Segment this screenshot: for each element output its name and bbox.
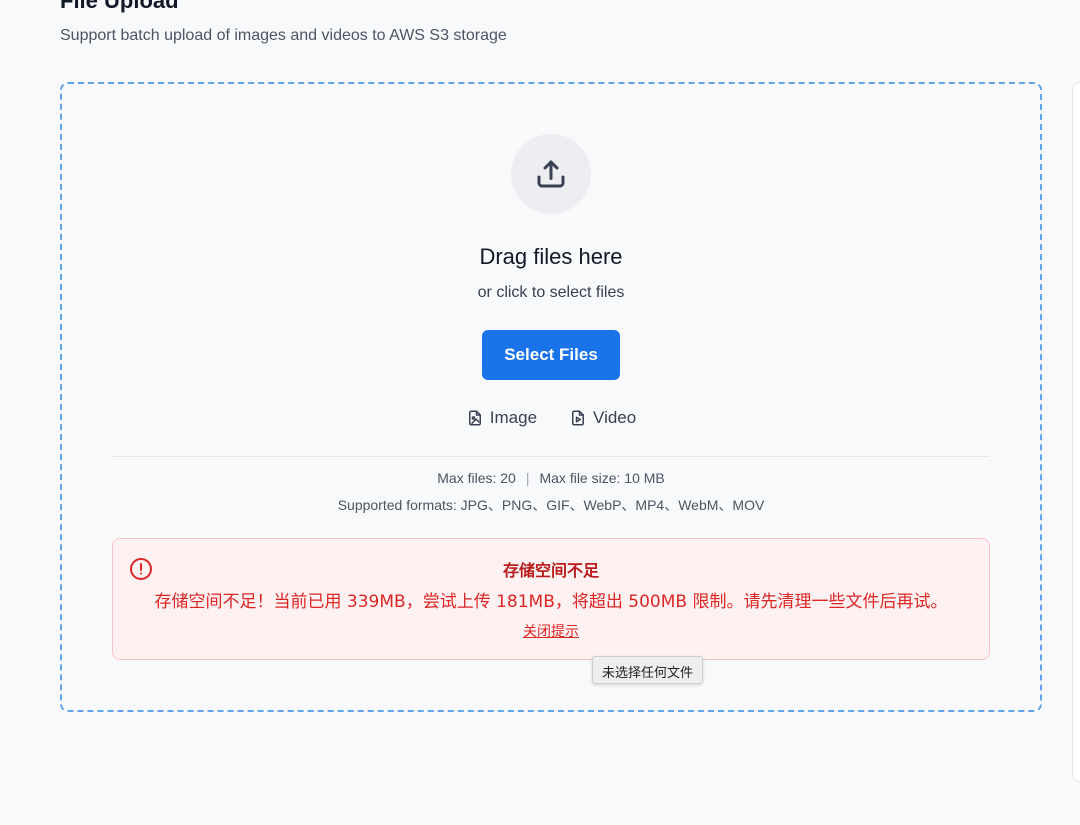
video-file-icon bbox=[572, 410, 585, 426]
page-title: File Upload bbox=[60, 0, 179, 13]
image-file-icon bbox=[468, 410, 481, 426]
upload-icon-container bbox=[511, 134, 591, 214]
supported-formats-text: Supported formats: JPG、PNG、GIF、WebP、MP4、… bbox=[337, 497, 765, 513]
divider bbox=[112, 456, 990, 457]
file-type-list: Image Video bbox=[62, 408, 1040, 428]
page-subtitle: Support batch upload of images and video… bbox=[60, 27, 507, 44]
dropzone-subtitle: or click to select files bbox=[477, 284, 625, 301]
dropzone-title: Drag files here bbox=[479, 244, 623, 269]
upload-icon bbox=[537, 160, 565, 188]
alert-message: 存储空间不足！当前已用 339MB，尝试上传 181MB，将超出 500MB 限… bbox=[154, 592, 948, 612]
page: File Upload Support batch upload of imag… bbox=[0, 0, 1080, 825]
error-alert: 存储空间不足 存储空间不足！当前已用 339MB，尝试上传 181MB，将超出 … bbox=[112, 538, 990, 660]
file-type-video: Video bbox=[569, 408, 636, 428]
limits-separator: | bbox=[525, 470, 530, 486]
file-type-video-label: Video bbox=[593, 408, 637, 427]
max-files-text: Max files: 20 bbox=[437, 470, 516, 486]
upload-dropzone[interactable]: Drag files here or click to select files… bbox=[60, 82, 1042, 712]
file-input-tooltip: 未选择任何文件 bbox=[592, 656, 704, 684]
file-type-image-label: Image bbox=[489, 408, 538, 427]
side-panel bbox=[1072, 82, 1080, 782]
alert-title: 存储空间不足 bbox=[502, 561, 599, 580]
select-files-button[interactable]: Select Files bbox=[482, 330, 620, 380]
file-type-image: Image bbox=[466, 408, 537, 428]
close-alert-link[interactable]: 关闭提示 bbox=[113, 621, 989, 641]
max-size-text: Max file size: 10 MB bbox=[539, 470, 665, 486]
upload-limits: Max files: 20 | Max file size: 10 MB bbox=[62, 470, 1040, 486]
